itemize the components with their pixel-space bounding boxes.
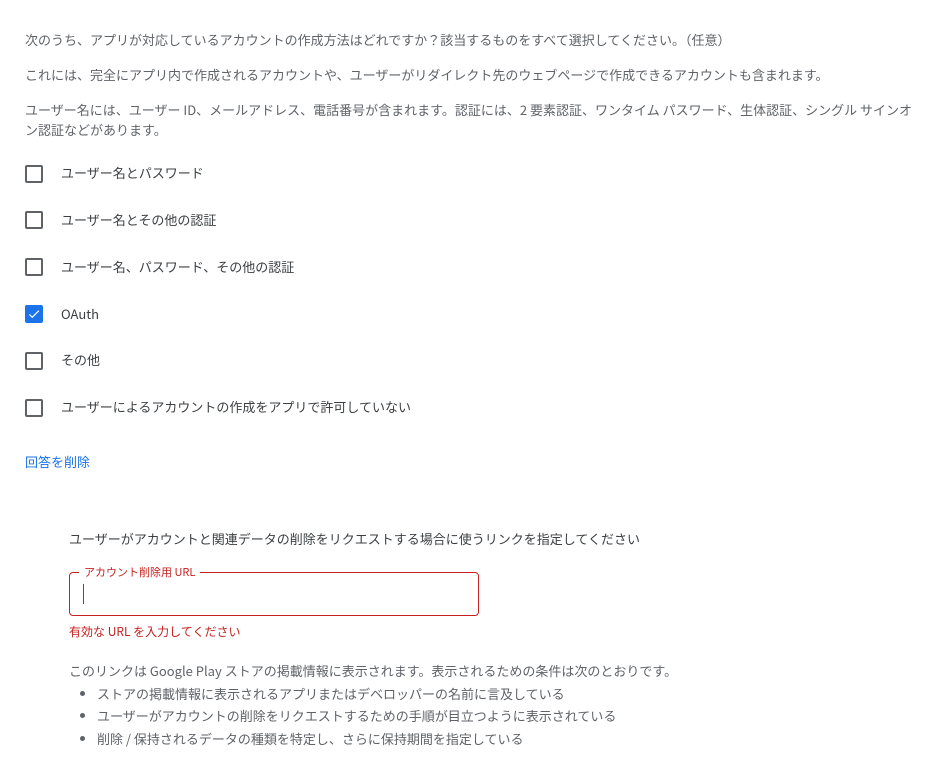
option-label: OAuth [61, 304, 99, 325]
checkbox-oauth[interactable] [25, 305, 43, 323]
checkbox-no-account-creation[interactable] [25, 399, 43, 417]
option-label: ユーザー名とその他の認証 [61, 210, 216, 231]
question-desc-2: ユーザー名には、ユーザー ID、メールアドレス、電話番号が含まれます。認証には、… [25, 100, 922, 142]
option-no-account-creation: ユーザーによるアカウントの作成をアプリで許可していない [25, 397, 922, 418]
deletion-url-error: 有効な URL を入力してください [69, 622, 889, 641]
question-text: 次のうち、アプリが対応しているアカウントの作成方法はどれですか？該当するものをす… [25, 30, 922, 51]
option-oauth: OAuth [25, 304, 922, 325]
option-label: ユーザーによるアカウントの作成をアプリで許可していない [61, 397, 411, 418]
deletion-url-section: ユーザーがアカウントと関連データの削除をリクエストする場合に使うリンクを指定して… [69, 529, 889, 750]
condition-item: 削除 / 保持されるデータの種類を特定し、さらに保持期間を指定している [97, 729, 889, 750]
checkbox-username-other-auth[interactable] [25, 211, 43, 229]
option-username-other-auth: ユーザー名とその他の認証 [25, 210, 922, 231]
question-desc-1: これには、完全にアプリ内で作成されるアカウントや、ユーザーがリダイレクト先のウェ… [25, 65, 922, 86]
deletion-url-field-wrap: アカウント削除用 URL [69, 572, 479, 616]
checkbox-username-password[interactable] [25, 165, 43, 183]
checkbox-other[interactable] [25, 352, 43, 370]
option-label: ユーザー名とパスワード [61, 163, 204, 184]
option-username-password: ユーザー名とパスワード [25, 163, 922, 184]
option-label: ユーザー名、パスワード、その他の認証 [61, 257, 294, 278]
deletion-url-heading: ユーザーがアカウントと関連データの削除をリクエストする場合に使うリンクを指定して… [69, 529, 889, 550]
delete-answer-link[interactable]: 回答を削除 [25, 452, 90, 473]
option-label: その他 [61, 350, 100, 371]
deletion-url-desc: このリンクは Google Play ストアの掲載情報に表示されます。表示される… [69, 661, 889, 682]
option-other: その他 [25, 350, 922, 371]
check-icon [27, 307, 41, 321]
condition-item: ユーザーがアカウントの削除をリクエストするための手順が目立つように表示されている [97, 706, 889, 727]
option-username-password-other: ユーザー名、パスワード、その他の認証 [25, 257, 922, 278]
account-method-options: ユーザー名とパスワード ユーザー名とその他の認証 ユーザー名、パスワード、その他… [25, 163, 922, 418]
deletion-url-floating-label: アカウント削除用 URL [79, 564, 200, 582]
text-cursor [83, 584, 84, 604]
condition-item: ストアの掲載情報に表示されるアプリまたはデベロッパーの名前に言及している [97, 684, 889, 705]
checkbox-username-password-other[interactable] [25, 258, 43, 276]
conditions-list: ストアの掲載情報に表示されるアプリまたはデベロッパーの名前に言及している ユーザ… [69, 684, 889, 750]
